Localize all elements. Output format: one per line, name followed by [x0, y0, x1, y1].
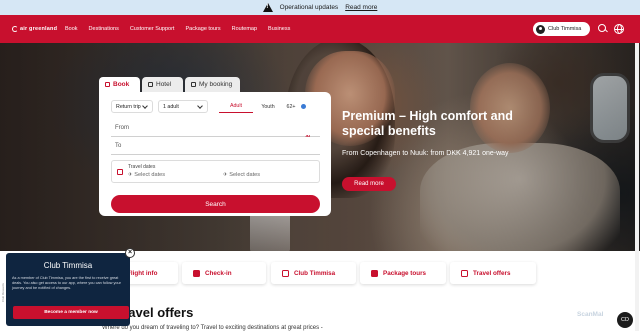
pax-senior-option[interactable]: 62+ [283, 100, 299, 113]
tab-hotel[interactable]: Hotel [142, 77, 183, 92]
popup-text: As a member of Club Timmisa, you are the… [12, 276, 121, 290]
pax-adult-option[interactable]: Adult [219, 100, 253, 113]
user-avatar-icon [536, 24, 545, 34]
club-button-label: Club Timmisa [548, 26, 582, 32]
tab-book-label: Book [113, 81, 130, 88]
tab-my-booking-label: My booking [199, 81, 233, 88]
promo-read-more-button[interactable]: Read more [342, 177, 396, 191]
booking-widget: Return trip 1 adult Adult Youth 62+ From… [99, 92, 331, 216]
logo-swirl-icon [12, 26, 18, 32]
pax-youth-option[interactable]: Youth [253, 100, 283, 113]
booking-tabs: Book Hotel My booking [99, 77, 240, 92]
nav-links: Book Destinations Customer Support Packa… [65, 26, 290, 32]
globe-language-icon[interactable] [614, 24, 624, 34]
close-icon[interactable]: × [125, 248, 135, 258]
premium-promo: Premium – High comfort and special benef… [342, 109, 517, 191]
alert-read-more-link[interactable]: Read more [345, 4, 377, 11]
page-scrollbar[interactable] [635, 43, 639, 331]
promo-text: From Copenhagen to Nuuk: from DKK 4,921 … [342, 150, 509, 157]
search-flights-button[interactable]: Search [111, 195, 320, 213]
tab-hotel-label: Hotel [156, 81, 172, 88]
quick-link-travel-offers[interactable]: Travel offers [450, 262, 536, 284]
tab-book[interactable]: Book [99, 77, 140, 92]
logo-text: air greenland [20, 26, 58, 32]
nav-link-customer-support[interactable]: Customer Support [130, 26, 175, 32]
info-icon[interactable] [301, 104, 306, 109]
trip-type-select[interactable]: Return trip [111, 100, 153, 113]
ticket-icon [191, 82, 196, 87]
from-placeholder: From [115, 124, 129, 131]
alert-text: Operational updates [279, 4, 339, 11]
travel-dates-label: Travel dates [128, 164, 156, 170]
quick-link-label: Check-in [205, 269, 232, 277]
plane-icon [105, 82, 110, 87]
passenger-type-toggle: Adult Youth 62+ [219, 100, 319, 113]
hotel-icon [148, 82, 153, 87]
quick-link-label: Package tours [383, 269, 427, 277]
popup-title: Club Timmisa [43, 261, 93, 270]
to-placeholder: To [115, 142, 122, 149]
departure-date-placeholder[interactable]: ✈ Select dates [128, 172, 165, 178]
passenger-count-select[interactable]: 1 adult [158, 100, 208, 113]
warning-icon [262, 3, 273, 12]
popup-side-label: Club Rewards [1, 283, 5, 302]
operational-alert-bar: Operational updates Read more [0, 0, 640, 15]
quick-link-check-in[interactable]: Check-in [182, 262, 266, 284]
tab-my-booking[interactable]: My booking [185, 77, 240, 92]
quick-link-label: Club Timmisa [294, 269, 336, 277]
calendar-icon [117, 169, 123, 175]
quick-link-package-tours[interactable]: Package tours [360, 262, 446, 284]
tag-icon [461, 269, 468, 277]
nav-link-destinations[interactable]: Destinations [89, 26, 119, 32]
club-timmisa-login-button[interactable]: Club Timmisa [533, 22, 590, 36]
quick-link-label: Flight info [127, 269, 158, 277]
main-navigation: air greenland Book Destinations Customer… [0, 15, 640, 43]
return-date-text: Select dates [229, 172, 261, 178]
chevron-down-icon [142, 103, 148, 109]
departure-date-text: Select dates [134, 172, 166, 178]
scanmal-watermark: ScanMal [577, 311, 604, 318]
nav-link-book[interactable]: Book [65, 26, 78, 32]
cookie-consent-button[interactable]: CD [617, 312, 633, 328]
club-icon [282, 269, 289, 277]
to-field[interactable]: To [111, 137, 320, 155]
trip-type-value: Return trip [116, 103, 141, 110]
from-field[interactable]: From [111, 119, 320, 137]
quick-link-club-timmisa[interactable]: Club Timmisa [271, 262, 356, 284]
search-icon[interactable] [598, 24, 608, 34]
promo-title: Premium – High comfort and special benef… [342, 109, 513, 138]
club-timmisa-popup: Club Timmisa As a member of Club Timmisa… [6, 253, 130, 326]
travel-dates-field[interactable]: Travel dates ✈ Select dates ✈ Select dat… [111, 160, 320, 183]
nav-link-routemap[interactable]: Routemap [232, 26, 257, 32]
mountain-icon [371, 269, 378, 277]
nav-link-package-tours[interactable]: Package tours [185, 26, 220, 32]
air-greenland-logo[interactable]: air greenland [12, 26, 58, 32]
chevron-down-icon [197, 103, 203, 109]
adults-value: 1 adult [163, 103, 179, 110]
nav-link-business[interactable]: Business [268, 26, 290, 32]
quick-link-label: Travel offers [473, 269, 511, 277]
suitcase-icon [193, 269, 200, 277]
become-member-button[interactable]: Become a member now [13, 306, 129, 319]
return-date-placeholder[interactable]: ✈ Select dates [223, 172, 260, 178]
travel-offers-subtitle: Where do you dream of traveling to? Trav… [102, 325, 323, 331]
